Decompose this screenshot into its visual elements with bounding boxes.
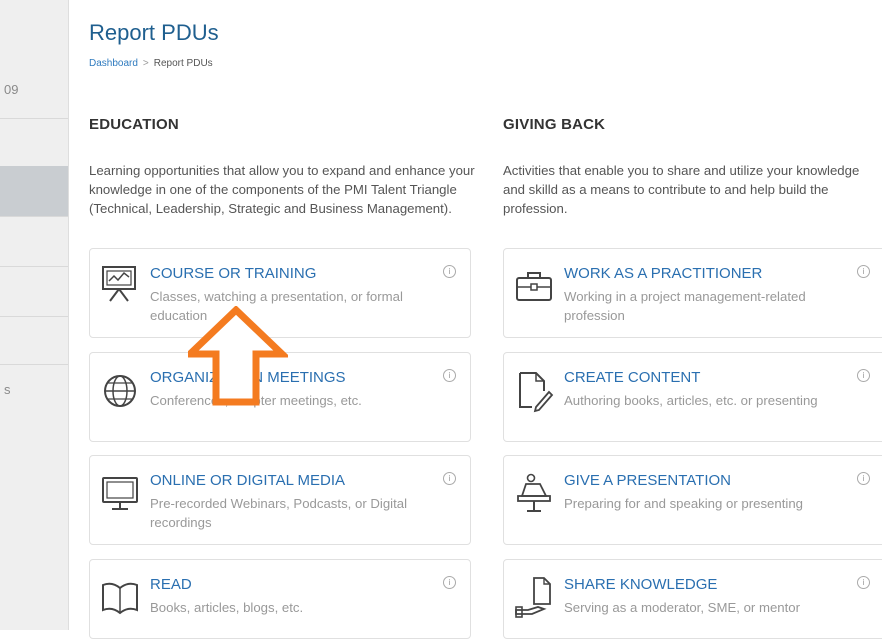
card-title: SHARE KNOWLEDGE	[564, 576, 718, 593]
education-description: Learning opportunities that allow you to…	[89, 163, 475, 216]
info-icon[interactable]: i	[857, 369, 870, 382]
breadcrumb: Dashboard > Report PDUs	[89, 58, 213, 69]
breadcrumb-dashboard-link[interactable]: Dashboard	[89, 58, 138, 69]
presentation-board-icon	[102, 266, 136, 302]
monitor-icon	[102, 477, 138, 510]
online-or-digital-media-card[interactable]: ONLINE OR DIGITAL MEDIA Pre-recorded Web…	[89, 455, 471, 545]
book-icon	[102, 582, 138, 615]
card-title: WORK AS A PRACTITIONER	[564, 265, 763, 282]
card-subtitle: Working in a project management-related …	[564, 289, 806, 323]
create-content-card[interactable]: CREATE CONTENT Authoring books, articles…	[503, 352, 882, 442]
sidebar-item[interactable]	[0, 118, 68, 167]
info-icon[interactable]: i	[857, 472, 870, 485]
info-icon[interactable]: i	[443, 576, 456, 589]
card-title: COURSE OR TRAINING	[150, 265, 317, 282]
card-subtitle: Preparing for and speaking or presenting	[564, 496, 803, 511]
info-icon[interactable]: i	[443, 472, 456, 485]
document-pen-icon	[519, 372, 554, 413]
give-a-presentation-card[interactable]: GIVE A PRESENTATION Preparing for and sp…	[503, 455, 882, 545]
breadcrumb-current: Report PDUs	[153, 58, 213, 69]
sidebar-item-label: 09	[4, 82, 19, 97]
page-title: Report PDUs	[89, 20, 219, 45]
info-icon[interactable]: i	[443, 369, 456, 382]
card-subtitle: Authoring books, articles, etc. or prese…	[564, 393, 818, 408]
sidebar-item[interactable]: s	[0, 364, 68, 416]
giving-back-description: Activities that enable you to share and …	[503, 163, 860, 216]
hand-document-icon	[515, 577, 551, 618]
card-subtitle: Serving as a moderator, SME, or mentor	[564, 600, 801, 615]
info-icon[interactable]: i	[857, 576, 870, 589]
card-title: ONLINE OR DIGITAL MEDIA	[150, 472, 346, 489]
breadcrumb-separator: >	[142, 58, 149, 69]
sidebar: 09 s	[0, 0, 69, 630]
sidebar-item[interactable]	[0, 266, 68, 317]
globe-icon	[104, 375, 136, 407]
sidebar-item[interactable]: 09	[0, 62, 68, 119]
annotation-arrow-icon	[188, 306, 288, 406]
podium-icon	[517, 473, 551, 512]
work-as-a-practitioner-card[interactable]: WORK AS A PRACTITIONER Working in a proj…	[503, 248, 882, 338]
sidebar-item-active[interactable]	[0, 166, 68, 217]
card-title: READ	[150, 576, 192, 593]
sidebar-item-label: s	[4, 382, 11, 397]
info-icon[interactable]: i	[857, 265, 870, 278]
sidebar-item[interactable]	[0, 216, 68, 267]
card-title: GIVE A PRESENTATION	[564, 472, 731, 489]
card-subtitle: Books, articles, blogs, etc.	[150, 600, 304, 615]
card-title: CREATE CONTENT	[564, 369, 701, 386]
giving-back-heading: GIVING BACK	[503, 116, 606, 133]
card-subtitle: Pre-recorded Webinars, Podcasts, or Digi…	[150, 496, 408, 530]
briefcase-icon	[516, 272, 552, 301]
read-card[interactable]: READ Books, articles, blogs, etc. i	[89, 559, 471, 639]
info-icon[interactable]: i	[443, 265, 456, 278]
education-heading: EDUCATION	[89, 116, 179, 133]
share-knowledge-card[interactable]: SHARE KNOWLEDGE Serving as a moderator, …	[503, 559, 882, 639]
sidebar-item[interactable]	[0, 316, 68, 365]
